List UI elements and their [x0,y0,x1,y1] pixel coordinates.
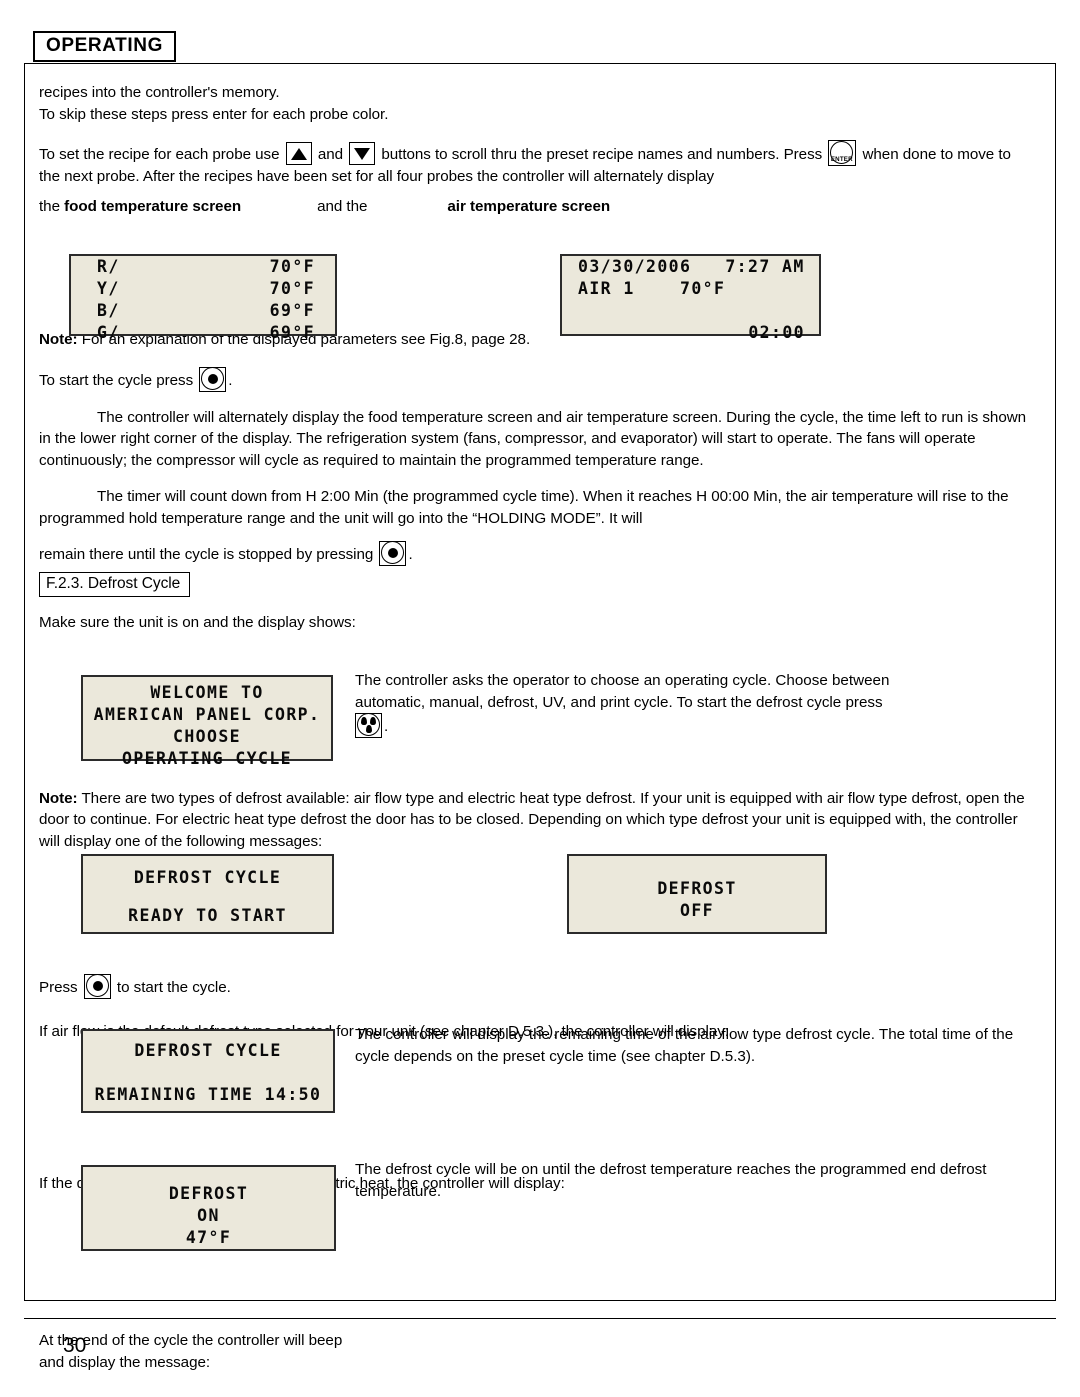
start-dot-glyph [208,373,219,384]
lcd-defrost-ready-line-2: READY TO START [128,906,287,925]
lcd-defrost-off-screen: DEFROST OFF [567,854,827,934]
press-suffix: to start the cycle. [112,979,231,996]
probe-label-r: R/ [97,257,120,276]
paragraph-make-sure-unit-on: Make sure the unit is on and the display… [39,614,356,631]
paragraph-set-recipe: To set the recipe for each probe use and… [39,140,1029,188]
lcd-datetime-row: 03/30/2006 7:27 AM [578,257,805,276]
start-cycle-text: To start the cycle press [39,371,198,389]
paragraph-choose-operating-cycle: The controller asks the operator to choo… [355,670,1025,738]
start-stop-button-icon[interactable] [199,366,227,392]
paragraph-remain-until-stopped: remain there until the cycle is stopped … [39,541,1029,566]
lcd-defrost-on-screen: DEFROST ON 47°F [81,1165,336,1251]
paragraph-start-cycle: To start the cycle press . [39,366,1029,392]
lcd-remaining-line-1: DEFROST CYCLE [134,1041,282,1060]
rc1-period: . [384,718,389,735]
section-chip-defrost-cycle: F.2.3. Defrost Cycle [39,572,191,597]
lcd-welcome-screen: WELCOME TO AMERICAN PANEL CORP. CHOOSE O… [81,675,333,768]
note-defrost-types: Note: There are two types of defrost ava… [39,788,1029,853]
lcd-defrost-off-line-1: DEFROST [657,879,737,898]
probe-label-b: B/ [97,301,120,320]
start-cycle-period: . [228,371,233,389]
page-number: 30 [63,1334,87,1357]
page-header-chip: OPERATING [33,31,176,62]
lcd-row: B/69°F [71,300,335,322]
probe-value-g: 69°F [269,323,315,342]
paragraph-defrost-on-description: The defrost cycle will be on until the d… [355,1161,987,1200]
intro-line-2: To skip these steps press enter for each… [39,105,389,123]
arrow-up-button-icon[interactable] [285,142,312,165]
content-body: recipes into the controller's memory. To… [39,82,1029,1373]
label-middle: and the [317,197,368,215]
defrost-droplets-button-icon[interactable] [355,713,382,738]
droplet-glyph [370,717,376,725]
lcd-defrost-on-line-1: DEFROST [168,1184,249,1203]
lcd-timer-row: 02:00 [748,323,805,342]
lcd-defrost-on-line-3: 47°F [185,1228,232,1247]
lcd-remaining-line-2: REMAINING TIME 14:50 [94,1085,322,1104]
probe-value-b: 69°F [269,301,315,320]
label-prefix: the [39,197,65,215]
screen-labels-row: the food temperature screen and the air te… [39,196,1029,218]
probe-label-y: Y/ [97,279,120,298]
lcd-welcome-line-1: WELCOME TO [150,683,264,702]
rc1-line-2: automatic, manual, defrost, UV, and prin… [355,693,883,711]
document-page: OPERATING recipes into the controller's … [0,0,1080,1397]
section-heading-row: F.2.3. Defrost Cycle [39,572,1029,597]
press-text: Press [39,979,82,996]
probe-label-g: G/ [97,323,120,342]
paragraph-end-of-cycle: At the end of the cycle the controller w… [39,1330,1029,1373]
lcd-row: R/70°F [71,256,335,278]
label-food-screen: food temperature screen [64,197,242,215]
paragraph-cycle-description: The controller will alternately display … [39,408,1027,469]
lcd-welcome-line-2: AMERICAN PANEL CORP. [93,705,321,724]
note2-text: There are two types of defrost available… [39,789,1025,850]
droplet-glyph [365,725,372,733]
paragraph-intro: recipes into the controller's memory. To… [39,82,1029,125]
lcd-defrost-on-line-2: ON [197,1206,220,1225]
start-stop-button-icon[interactable] [83,974,111,999]
lcd-defrost-remaining-screen: DEFROST CYCLE REMAINING TIME 14:50 [81,1029,335,1113]
lcd-air-reading-row: AIR 1 70°F [578,279,726,298]
remain-period: . [408,546,413,563]
lcd-defrost-off-line-2: OFF [679,901,714,920]
probe-value-y: 70°F [269,279,315,298]
note2-label: Note: [39,789,78,807]
lcd-welcome-line-4: OPERATING CYCLE [121,749,292,768]
intro-line-1: recipes into the controller's memory. [39,84,280,101]
triangle-down-glyph [354,147,371,160]
paragraph-remaining-time-description: The controller will display the remainin… [355,1026,1014,1065]
footer-divider [24,1318,1056,1319]
lcd-row: Y/70°F [71,278,335,300]
set-recipe-text-b: and [313,146,348,163]
droplet-glyph [361,717,367,725]
lcd-defrost-ready-line-1: DEFROST CYCLE [133,868,282,887]
lcd-air-temperature-screen: 03/30/2006 7:27 AM AIR 1 70°F 02:00 [560,254,821,342]
lcd-food-temperature-screen: R/70°F Y/70°F B/69°F G/69°F [69,254,337,342]
paragraph-timer-description: The timer will count down from H 2:00 Mi… [39,488,1009,527]
arrow-down-button-icon[interactable] [349,142,376,165]
probe-value-r: 70°F [269,257,315,276]
press-dot-glyph [92,981,103,991]
label-air-screen: air temperature screen [447,197,611,215]
rc1-line-1: The controller asks the operator to choo… [355,672,890,689]
lcd-defrost-ready-screen: DEFROST CYCLE READY TO START [81,854,334,934]
remain-text: remain there until the cycle is stopped … [39,546,378,563]
start-stop-button-icon[interactable] [379,541,407,566]
lcd-row: G/69°F [71,322,335,344]
lcd-welcome-line-3: CHOOSE [172,727,241,746]
set-recipe-text-a: To set the recipe for each probe use [39,146,284,163]
paragraph-press-to-start: Press to start the cycle. [39,974,1029,999]
enter-button-icon[interactable]: ENTER [828,140,857,166]
triangle-up-glyph [290,147,307,160]
enter-button-label: ENTER [830,156,853,163]
set-recipe-text-c: buttons to scroll thru the preset recipe… [377,146,827,163]
content-frame: recipes into the controller's memory. To… [24,63,1056,1371]
